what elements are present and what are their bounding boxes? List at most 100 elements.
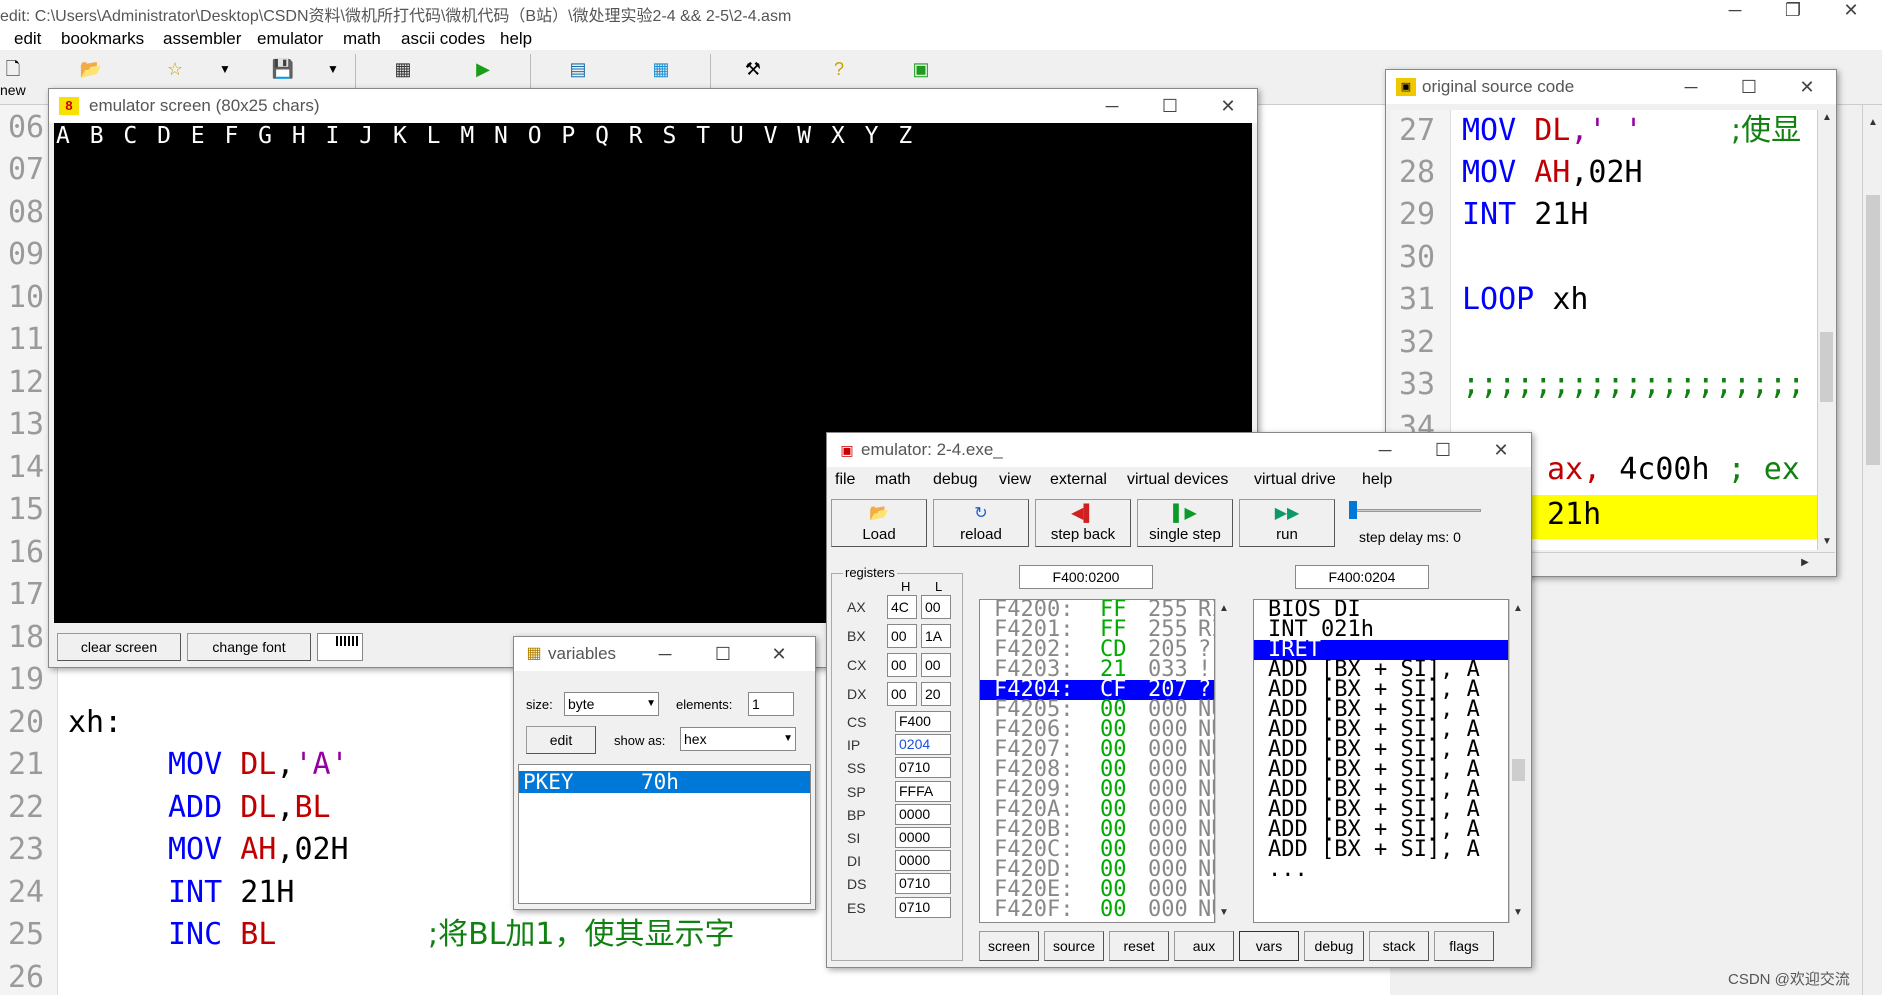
step-delay-slider[interactable]	[1347, 501, 1487, 521]
emu-screen-button[interactable]: screen	[979, 931, 1039, 961]
emu-menu-virtual-devices[interactable]: virtual devices	[1127, 471, 1228, 489]
source-vertical-scrollbar[interactable]: ▲ ▼	[1817, 110, 1835, 550]
close-icon[interactable]: ✕	[1792, 74, 1822, 100]
minimize-icon[interactable]: ─	[1370, 437, 1400, 463]
address-right-input[interactable]: F400:0204	[1295, 565, 1429, 589]
open-folder-icon[interactable]: 📂	[78, 58, 104, 80]
emu-debug-button[interactable]: debug	[1304, 931, 1364, 961]
close-icon[interactable]: ✕	[764, 641, 794, 667]
memory-scrollbar[interactable]: ▲ ▼	[1215, 599, 1233, 923]
scroll-up-icon[interactable]: ▲	[1216, 601, 1232, 617]
register-ip[interactable]: 0204	[895, 734, 951, 756]
memory-row[interactable]: F420F:00000NU	[980, 899, 1214, 921]
elements-input[interactable]: 1	[748, 692, 794, 716]
emu-aux-button[interactable]: aux	[1174, 931, 1234, 961]
emu-menu-debug[interactable]: debug	[933, 471, 978, 489]
menu-math[interactable]: math	[343, 29, 381, 49]
maximize-icon[interactable]: ☐	[1734, 74, 1764, 100]
menu-assembler[interactable]: assembler	[163, 29, 241, 49]
emu-vars-button[interactable]: vars	[1239, 931, 1299, 961]
register-cs[interactable]: F400	[895, 711, 951, 732]
emu-menu-help[interactable]: help	[1362, 471, 1392, 489]
maximize-icon[interactable]: ☐	[1428, 437, 1458, 463]
reload-button[interactable]: ↻ reload	[933, 499, 1029, 547]
maximize-icon[interactable]: ❐	[1778, 0, 1808, 21]
options-tools-icon[interactable]: ⚒	[740, 58, 766, 80]
register-si[interactable]: 0000	[895, 827, 951, 848]
register-cx-l[interactable]: 00	[921, 653, 951, 677]
scroll-down-icon[interactable]: ▼	[1819, 534, 1835, 550]
scroll-right-icon[interactable]: ▶	[1797, 555, 1813, 571]
single-step-button[interactable]: ▌▶ single step	[1137, 499, 1233, 547]
compile-icon[interactable]: ▦	[390, 58, 416, 80]
minimize-icon[interactable]: ─	[1676, 74, 1706, 100]
load-button[interactable]: 📂 Load	[831, 499, 927, 547]
close-icon[interactable]: ✕	[1836, 0, 1866, 21]
address-left-input[interactable]: F400:0200	[1019, 565, 1153, 589]
menu-ascii-codes[interactable]: ascii codes	[401, 29, 485, 49]
emu-reset-button[interactable]: reset	[1109, 931, 1169, 961]
register-sp[interactable]: FFFA	[895, 780, 951, 802]
maximize-icon[interactable]: ☐	[708, 641, 738, 667]
slider-handle[interactable]	[1349, 501, 1357, 519]
disassembly-scrollbar[interactable]: ▲ ▼	[1509, 599, 1527, 923]
menu-help[interactable]: help	[500, 29, 532, 49]
emu-menu-view[interactable]: view	[999, 471, 1031, 489]
run-button[interactable]: ▶▶ run	[1239, 499, 1335, 547]
star-icon[interactable]: ☆	[162, 58, 188, 80]
chevron-down-icon[interactable]: ▼	[212, 58, 238, 80]
disassembly-row[interactable]: ...	[1254, 859, 1508, 881]
change-font-button[interactable]: change font	[187, 633, 311, 661]
scroll-down-icon[interactable]: ▼	[1216, 905, 1232, 921]
minimize-icon[interactable]: ─	[650, 641, 680, 667]
close-icon[interactable]: ✕	[1486, 437, 1516, 463]
size-select[interactable]: byte ▼	[564, 692, 659, 716]
register-ax-h[interactable]: 4C	[887, 595, 917, 619]
menu-edit[interactable]: edit	[14, 29, 41, 49]
register-bp[interactable]: 0000	[895, 803, 951, 825]
edit-variable-button[interactable]: edit	[526, 726, 596, 754]
help-icon[interactable]: ?	[826, 58, 852, 80]
save-icon[interactable]: 💾	[270, 58, 296, 80]
scroll-up-icon[interactable]: ▲	[1510, 601, 1526, 617]
memory-view[interactable]: F4200:FF255RIF4201:FF255RIF4202:CD205?F4…	[979, 599, 1215, 923]
emu-stack-button[interactable]: stack	[1369, 931, 1429, 961]
new-file-icon[interactable]: 🗋	[0, 58, 26, 80]
editor-vertical-scrollbar[interactable]: ▲	[1862, 105, 1882, 995]
play-icon[interactable]: ▶	[470, 58, 496, 80]
disassembly-view[interactable]: BIOS DI INT 021h IRET ADD [BX + SI], A ADD […	[1253, 599, 1509, 923]
step-back-button[interactable]: ◀▌ step back	[1035, 499, 1131, 547]
register-cx-h[interactable]: 00	[887, 653, 917, 677]
register-dx-l[interactable]: 20	[921, 682, 951, 706]
convertor-icon[interactable]: ▦	[648, 58, 674, 80]
register-bx-l[interactable]: 1A	[921, 624, 951, 648]
register-ss[interactable]: 0710	[895, 757, 951, 779]
register-di[interactable]: 0000	[895, 850, 951, 872]
close-icon[interactable]: ✕	[1213, 93, 1243, 119]
chevron-down-icon[interactable]: ▼	[320, 58, 346, 80]
minimize-icon[interactable]: ─	[1720, 0, 1750, 21]
register-ds[interactable]: 0710	[895, 873, 951, 895]
scrollbar-thumb[interactable]	[1866, 195, 1880, 465]
emu-menu-virtual-drive[interactable]: virtual drive	[1254, 471, 1336, 489]
scroll-up-icon[interactable]: ▲	[1865, 115, 1881, 131]
menu-bookmarks[interactable]: bookmarks	[61, 29, 144, 49]
register-ax-l[interactable]: 00	[921, 595, 951, 619]
scrollbar-thumb[interactable]	[1820, 332, 1833, 402]
about-chip-icon[interactable]: ▣	[908, 58, 934, 80]
scroll-up-icon[interactable]: ▲	[1819, 110, 1835, 126]
scroll-down-icon[interactable]: ▼	[1510, 905, 1526, 921]
scrollbar-thumb[interactable]	[1512, 759, 1525, 781]
maximize-icon[interactable]: ☐	[1155, 93, 1185, 119]
show-as-select[interactable]: hex ▼	[680, 727, 796, 751]
calculator-icon[interactable]: ▤	[565, 58, 591, 80]
register-es[interactable]: 0710	[895, 896, 951, 918]
clear-screen-button[interactable]: clear screen	[57, 633, 181, 661]
emu-source-button[interactable]: source	[1044, 931, 1104, 961]
emu-menu-math[interactable]: math	[875, 471, 911, 489]
emu-flags-button[interactable]: flags	[1434, 931, 1494, 961]
menu-emulator[interactable]: emulator	[257, 29, 323, 49]
list-item[interactable]: PKEY 70h	[519, 771, 810, 793]
register-bx-h[interactable]: 00	[887, 624, 917, 648]
variables-list[interactable]: PKEY 70h	[518, 764, 811, 904]
